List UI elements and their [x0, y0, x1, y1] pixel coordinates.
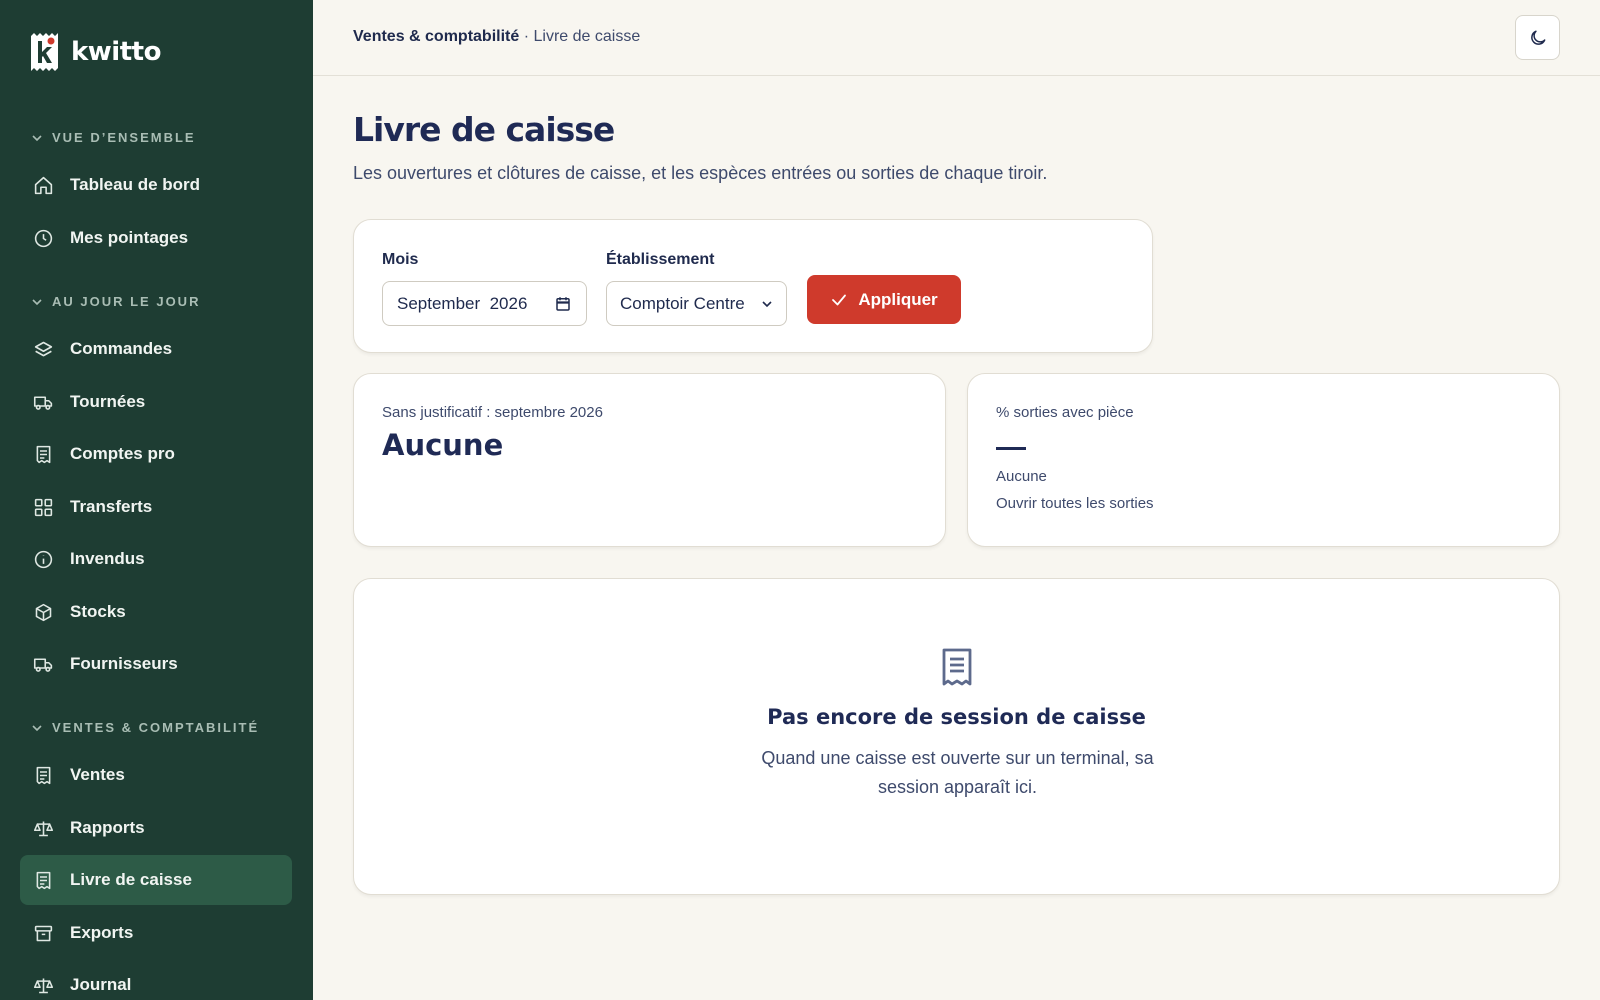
receipt-icon: [942, 648, 972, 686]
sidebar-item-stocks[interactable]: Stocks: [20, 587, 292, 637]
sidebar-item-ventes[interactable]: Ventes: [20, 750, 292, 800]
sidebar-item-label: Exports: [70, 923, 134, 942]
sidebar-item-livre-de-caisse[interactable]: Livre de caisse: [20, 855, 292, 905]
top-bar: Ventes & comptabilité · Livre de caisse: [313, 0, 1600, 76]
chevron-down-icon: [762, 300, 772, 307]
sidebar-item-transferts[interactable]: Transferts: [20, 482, 292, 532]
sidebar-item-label: Livre de caisse: [70, 870, 192, 889]
sidebar-item-label: Transferts: [70, 497, 153, 516]
sidebar-item-label: Mes pointages: [70, 228, 189, 247]
establishment-value: Comptoir Centre: [620, 293, 745, 313]
box-icon: [35, 603, 52, 621]
page-title: Livre de caisse: [353, 110, 615, 149]
theme-toggle-button[interactable]: [1515, 15, 1560, 60]
empty-state-text: Quand une caisse est ouverte sur un term…: [761, 748, 1154, 797]
sidebar-item-tableau-de-bord[interactable]: Tableau de bord: [20, 160, 292, 210]
sidebar-item-label: Journal: [70, 975, 132, 994]
stat-sub: Aucune: [996, 468, 1047, 485]
sidebar-item-label: Ventes: [70, 765, 125, 784]
breadcrumb-separator: ·: [523, 28, 530, 45]
section-au-jour-le-jour[interactable]: AU JOUR LE JOUR: [30, 294, 200, 309]
sidebar-item-commandes[interactable]: Commandes: [20, 324, 292, 374]
sidebar-item-journal[interactable]: Journal: [20, 960, 292, 1000]
app-logo[interactable]: kwitto: [30, 33, 161, 71]
sidebar-item-tournees[interactable]: Tournées: [20, 377, 292, 427]
sidebar-item-comptes-pro[interactable]: Comptes pro: [20, 429, 292, 479]
sidebar-item-label: Tournées: [70, 392, 146, 411]
breadcrumb-current: Livre de caisse: [533, 28, 641, 45]
section-label: VENTES & COMPTABILITÉ: [52, 720, 260, 735]
apply-button[interactable]: Appliquer: [807, 275, 961, 324]
section-ventes-comptabilite[interactable]: VENTES & COMPTABILITÉ: [30, 720, 259, 735]
grid-icon: [34, 498, 53, 516]
unjustified-stat-card: Sans justificatif : septembre 2026 Aucun…: [353, 373, 946, 547]
sidebar-item-exports[interactable]: Exports: [20, 908, 292, 958]
breadcrumb: Ventes & comptabilité · Livre de caisse: [353, 28, 640, 46]
chevron-down-icon: [32, 134, 42, 141]
sidebar-item-invendus[interactable]: Invendus: [20, 534, 292, 584]
sidebar-item-label: Fournisseurs: [70, 654, 178, 673]
chevron-down-icon: [32, 298, 42, 305]
sidebar-item-label: Stocks: [70, 602, 126, 621]
page-subtitle: Les ouvertures et clôtures de caisse, et…: [353, 163, 1048, 183]
stat-value-dash: —: [996, 447, 1026, 450]
calendar-icon[interactable]: [554, 295, 572, 313]
sidebar-item-fournisseurs[interactable]: Fournisseurs: [20, 639, 292, 689]
sidebar-item-label: Commandes: [70, 339, 173, 358]
breadcrumb-section[interactable]: Ventes & comptabilité: [353, 28, 519, 45]
receipt-icon: [36, 871, 51, 889]
establishment-select[interactable]: Comptoir Centre: [606, 281, 787, 326]
sidebar-item-label: Tableau de bord: [70, 175, 201, 194]
archive-icon: [34, 925, 53, 941]
empty-state-card: Pas encore de session de caisse Quand un…: [353, 578, 1560, 895]
month-value: September 2026: [397, 293, 528, 313]
sidebar-item-label: Comptes pro: [70, 444, 175, 463]
stat-value: Aucune: [382, 428, 504, 462]
apply-label: Appliquer: [858, 289, 938, 309]
truck-icon: [33, 395, 53, 410]
month-label: Mois: [382, 251, 419, 268]
chevron-down-icon: [32, 724, 42, 731]
info-icon: [34, 550, 53, 568]
scale-icon: [33, 978, 54, 993]
empty-state-title: Pas encore de session de caisse: [767, 705, 1146, 729]
establishment-label: Établissement: [606, 251, 715, 268]
moon-icon: [1530, 30, 1545, 45]
stat-label: % sorties avec pièce: [996, 404, 1134, 421]
home-icon: [34, 176, 53, 194]
stat-label: Sans justificatif : septembre 2026: [382, 404, 603, 421]
sidebar-item-label: Invendus: [70, 549, 145, 568]
section-vue-ensemble[interactable]: VUE D’ENSEMBLE: [30, 130, 196, 145]
scale-icon: [33, 821, 54, 836]
sidebar-item-label: Rapports: [70, 818, 145, 837]
app-name: kwitto: [71, 37, 161, 67]
truck-icon: [33, 657, 53, 672]
month-input[interactable]: September 2026: [382, 281, 587, 326]
sidebar-item-mes-pointages[interactable]: Mes pointages: [20, 213, 292, 263]
section-label: AU JOUR LE JOUR: [52, 294, 201, 309]
open-all-exits-link[interactable]: Ouvrir toutes les sorties: [996, 495, 1154, 512]
kwitto-logo-icon: [31, 33, 58, 71]
filter-card: Mois September 2026 Établissement Compto…: [353, 219, 1153, 353]
receipt-icon: [36, 766, 51, 784]
layers-icon: [34, 341, 53, 356]
section-label: VUE D’ENSEMBLE: [52, 130, 196, 145]
check-icon: [832, 294, 847, 305]
receipt-icon: [36, 445, 51, 463]
sidebar-item-rapports[interactable]: Rapports: [20, 803, 292, 853]
sidebar: kwitto VUE D’ENSEMBLE Tableau de bord Me…: [0, 0, 313, 1000]
receipts-percentage-card: % sorties avec pièce — Aucune Ouvrir tou…: [967, 373, 1560, 547]
clock-icon: [34, 229, 53, 247]
